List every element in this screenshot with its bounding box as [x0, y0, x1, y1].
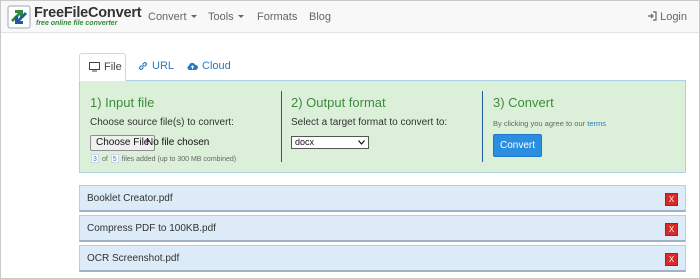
- input-file-instruction: Choose source file(s) to convert:: [90, 117, 234, 128]
- logo-tagline: free online file converter: [36, 20, 118, 27]
- nav-tools-label: Tools: [208, 11, 234, 23]
- login-label: Login: [660, 11, 687, 23]
- output-format-section: 2) Output format Select a target format …: [281, 81, 482, 172]
- nav-convert[interactable]: Convert: [148, 11, 197, 23]
- tab-url[interactable]: URL: [138, 53, 174, 81]
- files-added-text: files added (up to 300 MB combined): [121, 156, 237, 163]
- nav-formats[interactable]: Formats: [257, 11, 297, 23]
- link-icon: [139, 62, 147, 70]
- output-format-title: 2) Output format: [291, 95, 386, 110]
- tab-cloud-label: Cloud: [202, 60, 231, 72]
- site-logo[interactable]: FreeFileConvert free online file convert…: [7, 5, 142, 29]
- logo-title: FreeFileConvert: [34, 5, 142, 21]
- tab-url-label: URL: [152, 60, 175, 72]
- remove-file-button[interactable]: X: [665, 223, 678, 236]
- file-name: OCR Screenshot.pdf: [87, 253, 180, 264]
- convert-title: 3) Convert: [493, 95, 554, 110]
- convert-button[interactable]: Convert: [493, 134, 542, 157]
- navbar: FreeFileConvert free online file convert…: [1, 1, 699, 33]
- chevron-down-icon: [358, 140, 365, 145]
- files-added-counter: 3 of 5 files added (up to 300 MB combine…: [90, 154, 236, 163]
- monitor-icon: [89, 62, 100, 72]
- logo-arrows-icon: [7, 5, 31, 29]
- input-file-title: 1) Input file: [90, 95, 155, 110]
- selected-format: docx: [295, 137, 315, 147]
- files-of-text: of: [101, 156, 108, 163]
- login-icon: [648, 11, 657, 21]
- remove-file-button[interactable]: X: [665, 193, 678, 206]
- tab-file[interactable]: File: [79, 53, 126, 81]
- tab-cloud[interactable]: Cloud: [187, 53, 231, 81]
- terms-prefix: By clicking you agree to our: [493, 119, 586, 128]
- input-file-section: 1) Input file Choose source file(s) to c…: [80, 81, 280, 172]
- files-count-box: 3: [91, 154, 99, 163]
- terms-notice: By clicking you agree to our terms: [493, 119, 606, 128]
- file-name: Booklet Creator.pdf: [87, 193, 173, 204]
- tab-file-label: File: [104, 61, 122, 73]
- nav-tools[interactable]: Tools: [208, 11, 244, 23]
- files-max-box: 5: [110, 154, 119, 163]
- file-row: OCR Screenshot.pdf X: [79, 245, 686, 272]
- output-format-instruction: Select a target format to convert to:: [291, 117, 448, 128]
- output-format-select[interactable]: docx: [291, 136, 369, 149]
- nav-blog[interactable]: Blog: [309, 11, 331, 23]
- convert-section: 3) Convert By clicking you agree to our …: [483, 81, 683, 172]
- remove-file-button[interactable]: X: [665, 253, 678, 266]
- file-row: Compress PDF to 100KB.pdf X: [79, 215, 686, 242]
- caret-down-icon: [237, 15, 244, 18]
- login-link[interactable]: Login: [647, 11, 687, 23]
- conversion-panel: 1) Input file Choose source file(s) to c…: [79, 80, 686, 173]
- cloud-upload-icon: [187, 62, 198, 70]
- file-row: Booklet Creator.pdf X: [79, 185, 686, 212]
- nav-convert-label: Convert: [148, 11, 187, 23]
- caret-down-icon: [190, 15, 197, 18]
- file-name: Compress PDF to 100KB.pdf: [87, 223, 216, 234]
- terms-link[interactable]: terms: [587, 119, 606, 128]
- no-file-chosen-text: No file chosen: [146, 137, 210, 148]
